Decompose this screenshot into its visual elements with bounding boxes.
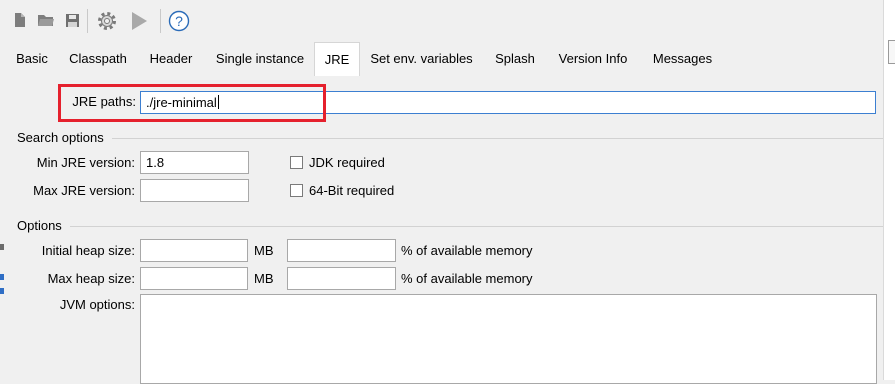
jvm-options-label: JVM options: xyxy=(59,297,135,312)
help-icon[interactable]: ? xyxy=(167,9,191,33)
max-heap-percent-label: % of available memory xyxy=(401,271,533,286)
64-bit-required-label[interactable]: 64-Bit required xyxy=(309,183,394,198)
tab-single-instance[interactable]: Single instance xyxy=(208,42,312,76)
64-bit-required-checkbox[interactable] xyxy=(290,184,303,197)
tab-version-info[interactable]: Version Info xyxy=(550,42,636,76)
min-jre-version-input[interactable]: 1.8 xyxy=(140,151,249,174)
scrollbar-thumb[interactable] xyxy=(888,40,895,64)
tab-header[interactable]: Header xyxy=(141,42,201,76)
initial-heap-percent-label: % of available memory xyxy=(401,243,533,258)
help-glyph: ? xyxy=(175,13,183,29)
initial-heap-size-label: Initial heap size: xyxy=(41,243,135,258)
max-jre-version-input[interactable] xyxy=(140,179,249,202)
tab-bar: Basic Classpath Header Single instance J… xyxy=(0,42,883,77)
group-divider xyxy=(70,226,883,227)
options-title: Options xyxy=(17,218,62,233)
jdk-required-label[interactable]: JDK required xyxy=(309,155,385,170)
tab-classpath[interactable]: Classpath xyxy=(62,42,134,76)
max-heap-unit: MB xyxy=(254,271,274,286)
new-file-icon[interactable] xyxy=(10,10,30,30)
max-heap-percent-input[interactable] xyxy=(287,267,396,290)
initial-heap-size-input[interactable] xyxy=(140,239,248,262)
max-heap-size-label: Max heap size: xyxy=(47,271,135,286)
tab-basic[interactable]: Basic xyxy=(6,42,58,76)
jdk-required-checkbox[interactable] xyxy=(290,156,303,169)
tab-messages[interactable]: Messages xyxy=(645,42,720,76)
initial-heap-unit: MB xyxy=(254,243,274,258)
tab-splash[interactable]: Splash xyxy=(488,42,542,76)
toolbar: ? xyxy=(0,0,895,40)
background-window-edge xyxy=(883,0,895,380)
save-icon[interactable] xyxy=(61,10,83,30)
jvm-options-textarea[interactable] xyxy=(140,294,877,384)
group-divider xyxy=(112,138,883,139)
tab-jre[interactable]: JRE xyxy=(314,42,360,77)
red-highlight-box xyxy=(58,84,326,122)
settings-gear-icon[interactable] xyxy=(94,8,120,34)
initial-heap-percent-input[interactable] xyxy=(287,239,396,262)
max-jre-version-label: Max JRE version: xyxy=(33,183,135,198)
run-play-icon[interactable] xyxy=(126,8,152,34)
max-heap-size-input[interactable] xyxy=(140,267,248,290)
search-options-title: Search options xyxy=(17,130,104,145)
min-jre-version-label: Min JRE version: xyxy=(36,155,135,170)
tab-set-env-variables[interactable]: Set env. variables xyxy=(363,42,480,76)
background-window-edge-left xyxy=(0,236,5,306)
toolbar-separator xyxy=(87,9,88,33)
open-folder-icon[interactable] xyxy=(35,10,57,30)
toolbar-separator xyxy=(160,9,161,33)
